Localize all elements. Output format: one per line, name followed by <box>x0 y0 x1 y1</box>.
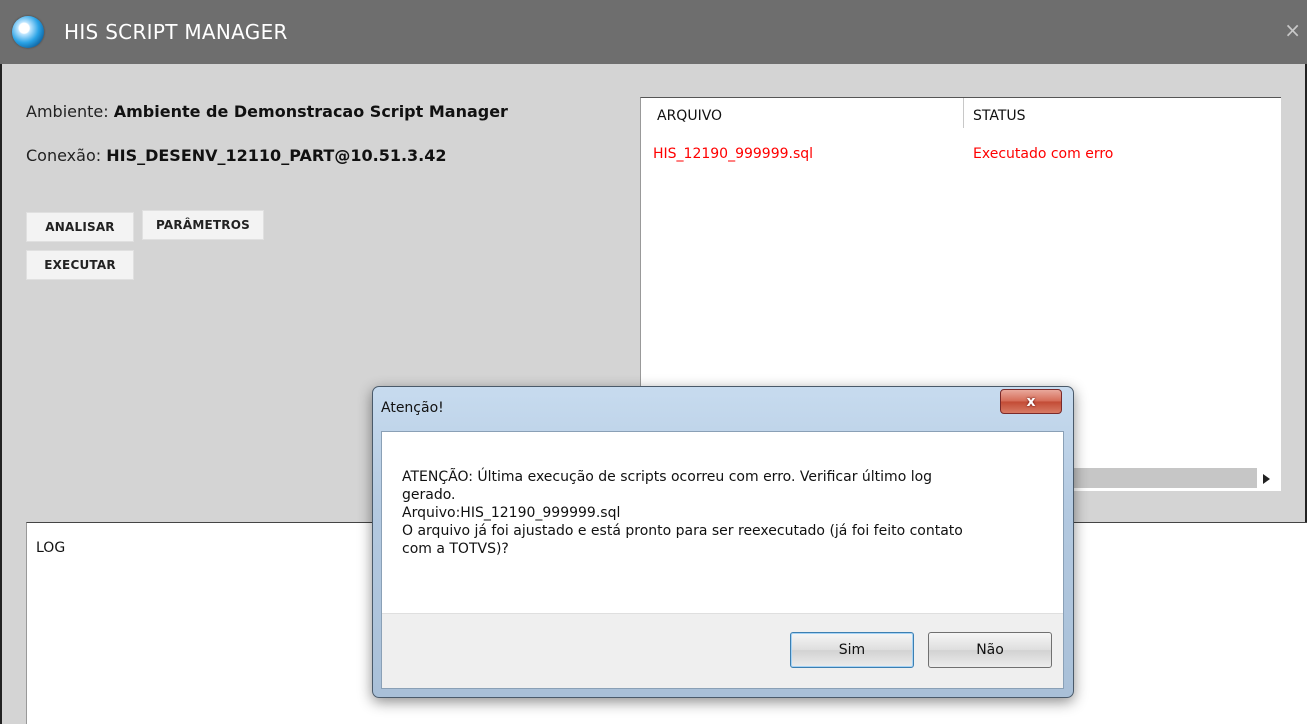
column-divider[interactable] <box>963 98 964 128</box>
dialog-close-button[interactable]: x <box>1000 389 1062 414</box>
no-button[interactable]: Não <box>928 632 1052 668</box>
dialog-message: ATENÇÃO: Última execução de scripts ocor… <box>402 469 963 557</box>
ambiente-value: Ambiente de Demonstracao Script Manager <box>113 102 508 121</box>
title-bar: HIS SCRIPT MANAGER × <box>0 0 1307 64</box>
attention-dialog: Atenção! x ATENÇÃO: Última execução de s… <box>372 386 1074 698</box>
yes-button[interactable]: Sim <box>790 632 914 668</box>
conexao-label: Conexão: <box>26 146 102 165</box>
log-title: LOG <box>36 540 66 556</box>
window-title: HIS SCRIPT MANAGER <box>64 20 288 44</box>
app-logo-icon <box>12 16 44 48</box>
ambiente-row: Ambiente: Ambiente de Demonstracao Scrip… <box>26 102 508 121</box>
dialog-body: ATENÇÃO: Última execução de scripts ocor… <box>381 431 1064 689</box>
executar-button[interactable]: EXECUTAR <box>26 250 134 280</box>
analisar-button[interactable]: ANALISAR <box>26 212 134 242</box>
conexao-value: HIS_DESENV_12110_PART@10.51.3.42 <box>106 146 447 165</box>
ambiente-label: Ambiente: <box>26 102 109 121</box>
dialog-footer: Sim Não <box>382 613 1063 688</box>
horizontal-scrollbar[interactable] <box>1067 468 1257 488</box>
cell-arquivo[interactable]: HIS_12190_999999.sql <box>653 146 813 162</box>
window-close-button[interactable]: × <box>1284 20 1301 40</box>
dialog-title: Atenção! <box>381 400 444 416</box>
column-header-arquivo[interactable]: ARQUIVO <box>657 108 722 124</box>
column-header-status[interactable]: STATUS <box>973 108 1026 124</box>
parametros-button[interactable]: PARÂMETROS <box>142 210 264 240</box>
cell-status[interactable]: Executado com erro <box>973 146 1113 162</box>
scroll-right-icon[interactable] <box>1263 474 1270 484</box>
conexao-row: Conexão: HIS_DESENV_12110_PART@10.51.3.4… <box>26 146 447 165</box>
